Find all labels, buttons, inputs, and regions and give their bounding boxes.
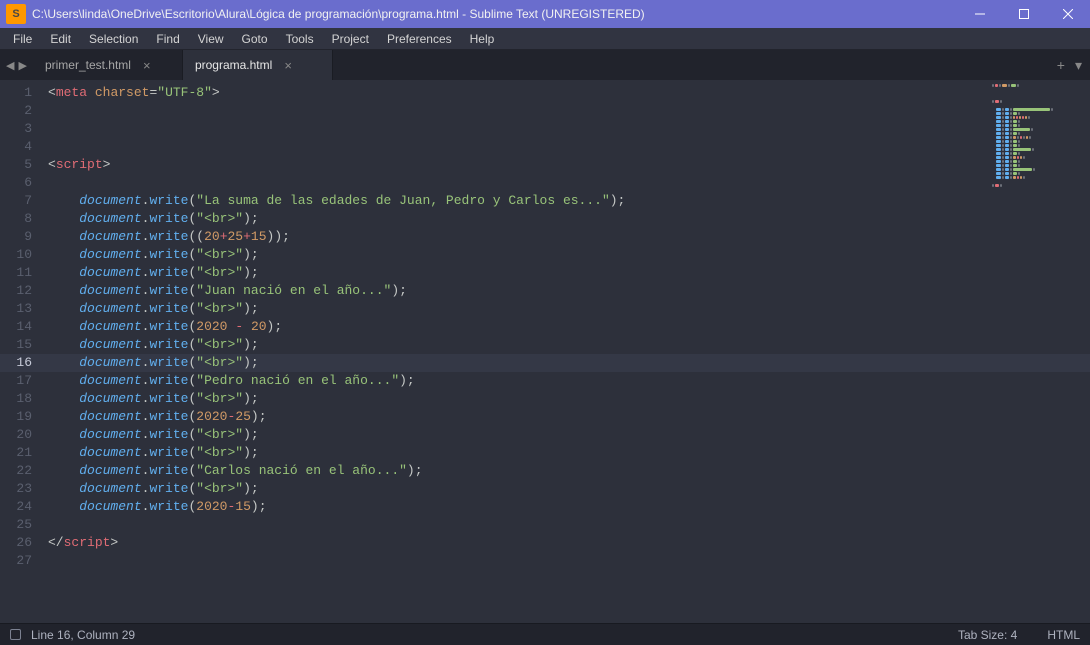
code-line[interactable]: document.write("<br>");	[48, 246, 1090, 264]
menu-item-preferences[interactable]: Preferences	[378, 30, 461, 48]
maximize-button[interactable]	[1002, 0, 1046, 28]
code-line[interactable]: document.write("Carlos nació en el año..…	[48, 462, 1090, 480]
code-line[interactable]: <meta charset="UTF-8">	[48, 84, 1090, 102]
menu-item-help[interactable]: Help	[461, 30, 504, 48]
code-line[interactable]	[48, 552, 1090, 570]
code-line[interactable]: document.write(2020-25);	[48, 408, 1090, 426]
close-button[interactable]	[1046, 0, 1090, 28]
code-line[interactable]: document.write("<br>");	[48, 480, 1090, 498]
code-line[interactable]: document.write("<br>");	[48, 354, 1090, 372]
code-line[interactable]: document.write("<br>");	[48, 264, 1090, 282]
code-line[interactable]: document.write("<br>");	[48, 210, 1090, 228]
window-title: C:\Users\linda\OneDrive\Escritorio\Alura…	[32, 7, 958, 21]
code-line[interactable]: <script>	[48, 156, 1090, 174]
menu-item-goto[interactable]: Goto	[233, 30, 277, 48]
tab-primer_test-html[interactable]: primer_test.html ×	[33, 50, 183, 80]
window-controls	[958, 0, 1090, 28]
menu-item-file[interactable]: File	[4, 30, 41, 48]
code-line[interactable]: document.write("Juan nació en el año..."…	[48, 282, 1090, 300]
app-icon: S	[6, 4, 26, 24]
statusbar-panel-icon[interactable]	[10, 629, 21, 640]
code-line[interactable]: document.write("Pedro nació en el año...…	[48, 372, 1090, 390]
tab-history-nav: ◀ ▶	[0, 50, 33, 80]
window-titlebar: S C:\Users\linda\OneDrive\Escritorio\Alu…	[0, 0, 1090, 28]
minimize-button[interactable]	[958, 0, 1002, 28]
status-cursor-position: Line 16, Column 29	[31, 628, 135, 642]
code-line[interactable]: document.write("<br>");	[48, 300, 1090, 318]
menu-item-view[interactable]: View	[189, 30, 233, 48]
code-line[interactable]	[48, 516, 1090, 534]
nav-forward-icon[interactable]: ▶	[18, 59, 26, 72]
line-number-gutter: 1234567891011121314151617181920212223242…	[0, 80, 48, 623]
editor-area[interactable]: 1234567891011121314151617181920212223242…	[0, 80, 1090, 623]
tab-close-icon[interactable]: ×	[284, 58, 292, 73]
menu-item-find[interactable]: Find	[147, 30, 188, 48]
menu-item-project[interactable]: Project	[323, 30, 378, 48]
code-line[interactable]	[48, 102, 1090, 120]
code-line[interactable]: document.write(2020-15);	[48, 498, 1090, 516]
tab-label: primer_test.html	[45, 58, 131, 72]
menu-bar: FileEditSelectionFindViewGotoToolsProjec…	[0, 28, 1090, 50]
status-tab-size[interactable]: Tab Size: 4	[958, 628, 1017, 642]
tab-close-icon[interactable]: ×	[143, 58, 151, 73]
code-line[interactable]: document.write(2020 - 20);	[48, 318, 1090, 336]
code-line[interactable]: document.write("La suma de las edades de…	[48, 192, 1090, 210]
code-line[interactable]: document.write((20+25+15));	[48, 228, 1090, 246]
code-line[interactable]: document.write("<br>");	[48, 390, 1090, 408]
code-content[interactable]: <meta charset="UTF-8"> <script> document.…	[48, 80, 1090, 623]
tab-programa-html[interactable]: programa.html ×	[183, 50, 333, 80]
tab-list-icon[interactable]: ▾	[1075, 57, 1082, 74]
menu-item-selection[interactable]: Selection	[80, 30, 147, 48]
tab-label: programa.html	[195, 58, 272, 72]
tab-bar: ◀ ▶ primer_test.html × programa.html × + ▾	[0, 50, 1090, 80]
status-bar: Line 16, Column 29 Tab Size: 4 HTML	[0, 623, 1090, 645]
nav-back-icon[interactable]: ◀	[6, 59, 14, 72]
status-syntax[interactable]: HTML	[1047, 628, 1080, 642]
code-line[interactable]: </script>	[48, 534, 1090, 552]
menu-item-edit[interactable]: Edit	[41, 30, 80, 48]
menu-item-tools[interactable]: Tools	[277, 30, 323, 48]
code-line[interactable]	[48, 120, 1090, 138]
code-line[interactable]: document.write("<br>");	[48, 426, 1090, 444]
code-line[interactable]: document.write("<br>");	[48, 336, 1090, 354]
code-line[interactable]	[48, 138, 1090, 156]
new-tab-icon[interactable]: +	[1057, 57, 1065, 73]
code-line[interactable]	[48, 174, 1090, 192]
code-line[interactable]: document.write("<br>");	[48, 444, 1090, 462]
